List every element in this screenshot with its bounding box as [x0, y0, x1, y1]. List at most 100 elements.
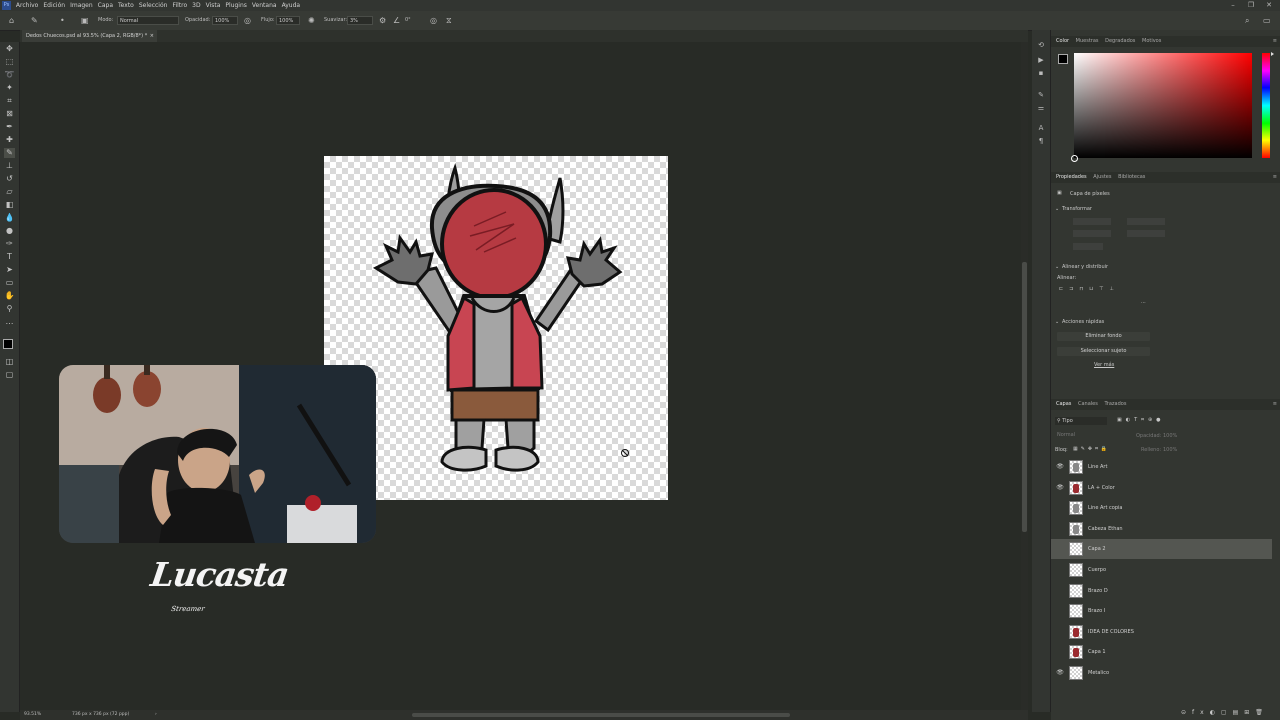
panel-menu-icon[interactable]: ≡: [1273, 399, 1277, 410]
search-icon[interactable]: ⌕: [1245, 16, 1249, 26]
layers-footer-icons[interactable]: ⊝fx◐▢▤⊞🗑: [1181, 709, 1269, 716]
screen-mode-icon[interactable]: ▢: [4, 370, 15, 380]
menu-item-archivo[interactable]: Archivo: [16, 2, 38, 9]
minimize-icon[interactable]: –: [1226, 0, 1240, 11]
blur-tool-icon[interactable]: 💧: [4, 213, 15, 223]
fill-value[interactable]: 100%: [1163, 447, 1177, 453]
tab-color[interactable]: Color: [1056, 38, 1069, 44]
menu-item-imagen[interactable]: Imagen: [70, 2, 93, 9]
restore-icon[interactable]: ❐: [1244, 0, 1258, 11]
document-tab[interactable]: Dedos Chuecos.psd al 93.5% (Capa 2, RGB/…: [22, 30, 157, 42]
shape-tool-icon[interactable]: ▭: [4, 278, 15, 288]
quick-select-tool-icon[interactable]: ✦: [4, 83, 15, 93]
pressure-opacity-icon[interactable]: ◎: [244, 16, 251, 26]
tab-properties[interactable]: Propiedades: [1056, 174, 1087, 180]
layer-row[interactable]: IDEA DE COLORES: [1051, 622, 1272, 642]
color-picker-marker[interactable]: [1071, 155, 1078, 162]
clone-stamp-tool-icon[interactable]: ⊥: [4, 161, 15, 171]
symmetry-icon[interactable]: ⧖: [446, 16, 452, 26]
tab-layers[interactable]: Capas: [1056, 401, 1071, 407]
menu-item-texto[interactable]: Texto: [118, 2, 134, 9]
menu-item-3d[interactable]: 3D: [192, 2, 200, 9]
layers-opacity-value[interactable]: 100%: [1163, 433, 1177, 439]
lasso-tool-icon[interactable]: ➰: [4, 70, 15, 80]
blend-mode-select[interactable]: Normal: [1055, 431, 1127, 439]
brushes-panel-icon[interactable]: ✎: [1036, 90, 1046, 100]
select-subject-button[interactable]: Seleccionar sujeto: [1057, 347, 1150, 356]
chevron-down-icon[interactable]: ⌄: [1055, 264, 1059, 270]
visibility-eye-icon[interactable]: 👁: [1056, 663, 1064, 683]
brush-tool-icon[interactable]: ✎: [4, 148, 15, 158]
smoothing-input[interactable]: 3%: [347, 16, 373, 25]
canvas-vertical-scrollbar[interactable]: [1021, 42, 1028, 712]
chevron-down-icon[interactable]: ⌄: [1055, 319, 1059, 325]
flow-input[interactable]: 100%: [276, 16, 300, 25]
panel-menu-icon[interactable]: ≡: [1273, 36, 1277, 47]
pen-tool-icon[interactable]: ✑: [4, 239, 15, 249]
tab-swatches[interactable]: Muestras: [1076, 38, 1099, 44]
zoom-tool-icon[interactable]: ⚲: [4, 304, 15, 314]
status-zoom[interactable]: 93.51%: [24, 710, 41, 720]
align-header[interactable]: Alinear y distribuir: [1062, 264, 1108, 270]
angle-field[interactable]: [1073, 243, 1103, 250]
gear-icon[interactable]: ⚙: [379, 16, 386, 26]
history-brush-tool-icon[interactable]: ↺: [4, 174, 15, 184]
layer-row[interactable]: 👁 Metalico: [1051, 663, 1272, 683]
pressure-size-icon[interactable]: ◎: [430, 16, 437, 26]
menu-item-filtro[interactable]: Filtro: [172, 2, 187, 9]
layer-row[interactable]: Capa 1: [1051, 642, 1272, 662]
panel-menu-icon[interactable]: ≡: [1273, 172, 1277, 183]
marquee-tool-icon[interactable]: ⬚: [4, 57, 15, 67]
menu-item-capa[interactable]: Capa: [98, 2, 113, 9]
menu-item-edici-n[interactable]: Edición: [43, 2, 65, 9]
frame-tool-icon[interactable]: ⊠: [4, 109, 15, 119]
workspace-icon[interactable]: ▭: [1263, 16, 1271, 26]
hand-tool-icon[interactable]: ✋: [4, 291, 15, 301]
lock-icons[interactable]: ▦✎✥⌗🔒: [1073, 446, 1110, 452]
tab-gradients[interactable]: Degradados: [1105, 38, 1135, 44]
color-picker-field[interactable]: [1074, 53, 1252, 158]
width-field[interactable]: [1073, 218, 1111, 225]
visibility-eye-icon[interactable]: 👁: [1056, 478, 1064, 498]
horizontal-scroll-thumb[interactable]: [412, 713, 790, 717]
tab-libraries[interactable]: Bibliotecas: [1118, 174, 1145, 180]
quick-mask-icon[interactable]: ◫: [4, 357, 15, 367]
align-icons[interactable]: ⊏⊐⊓⊔⊤⊥: [1059, 286, 1120, 292]
scroll-thumb[interactable]: [1022, 262, 1027, 532]
hue-slider-handle[interactable]: [1271, 52, 1274, 56]
height-field[interactable]: [1073, 230, 1111, 237]
home-icon[interactable]: ⌂: [9, 16, 14, 26]
tab-paths[interactable]: Trazados: [1104, 401, 1126, 407]
visibility-eye-icon[interactable]: 👁: [1056, 457, 1064, 477]
type-tool-icon[interactable]: T: [4, 252, 15, 262]
brush-settings-panel-icon[interactable]: ⚌: [1036, 103, 1046, 113]
eyedropper-tool-icon[interactable]: ✒: [4, 122, 15, 132]
actions-panel-icon[interactable]: ▶: [1036, 55, 1046, 65]
eraser-tool-icon[interactable]: ▱: [4, 187, 15, 197]
chevron-down-icon[interactable]: ⌄: [1055, 206, 1059, 212]
airbrush-icon[interactable]: ✺: [308, 16, 315, 26]
character-panel-icon[interactable]: A: [1036, 123, 1046, 133]
tab-patterns[interactable]: Motivos: [1142, 38, 1161, 44]
layer-row[interactable]: Cuerpo: [1051, 560, 1272, 580]
quick-actions-header[interactable]: Acciones rápidas: [1062, 319, 1104, 325]
brush-settings-icon[interactable]: ▣: [81, 16, 89, 26]
angle-icon[interactable]: ∠: [393, 16, 400, 26]
y-field[interactable]: [1127, 230, 1165, 237]
status-arrow-icon[interactable]: ›: [155, 710, 157, 720]
crop-tool-icon[interactable]: ⌗: [4, 96, 15, 106]
menu-item-ayuda[interactable]: Ayuda: [282, 2, 301, 9]
menu-item-vista[interactable]: Vista: [206, 2, 221, 9]
dodge-tool-icon[interactable]: ●: [4, 226, 15, 236]
menu-item-ventana[interactable]: Ventana: [252, 2, 277, 9]
tab-channels[interactable]: Canales: [1078, 401, 1098, 407]
gradient-tool-icon[interactable]: ◧: [4, 200, 15, 210]
layer-row[interactable]: 👁 LA + Color: [1051, 478, 1272, 498]
foreground-color-swatch[interactable]: [3, 339, 13, 349]
layer-row[interactable]: Capa 2: [1051, 539, 1272, 560]
color-panel-foreground-swatch[interactable]: [1058, 54, 1068, 64]
healing-tool-icon[interactable]: ✚: [4, 135, 15, 145]
brush-preset-icon[interactable]: •: [60, 16, 65, 26]
brush-tool-icon[interactable]: ✎: [31, 16, 38, 26]
move-tool-icon[interactable]: ✥: [4, 44, 15, 54]
